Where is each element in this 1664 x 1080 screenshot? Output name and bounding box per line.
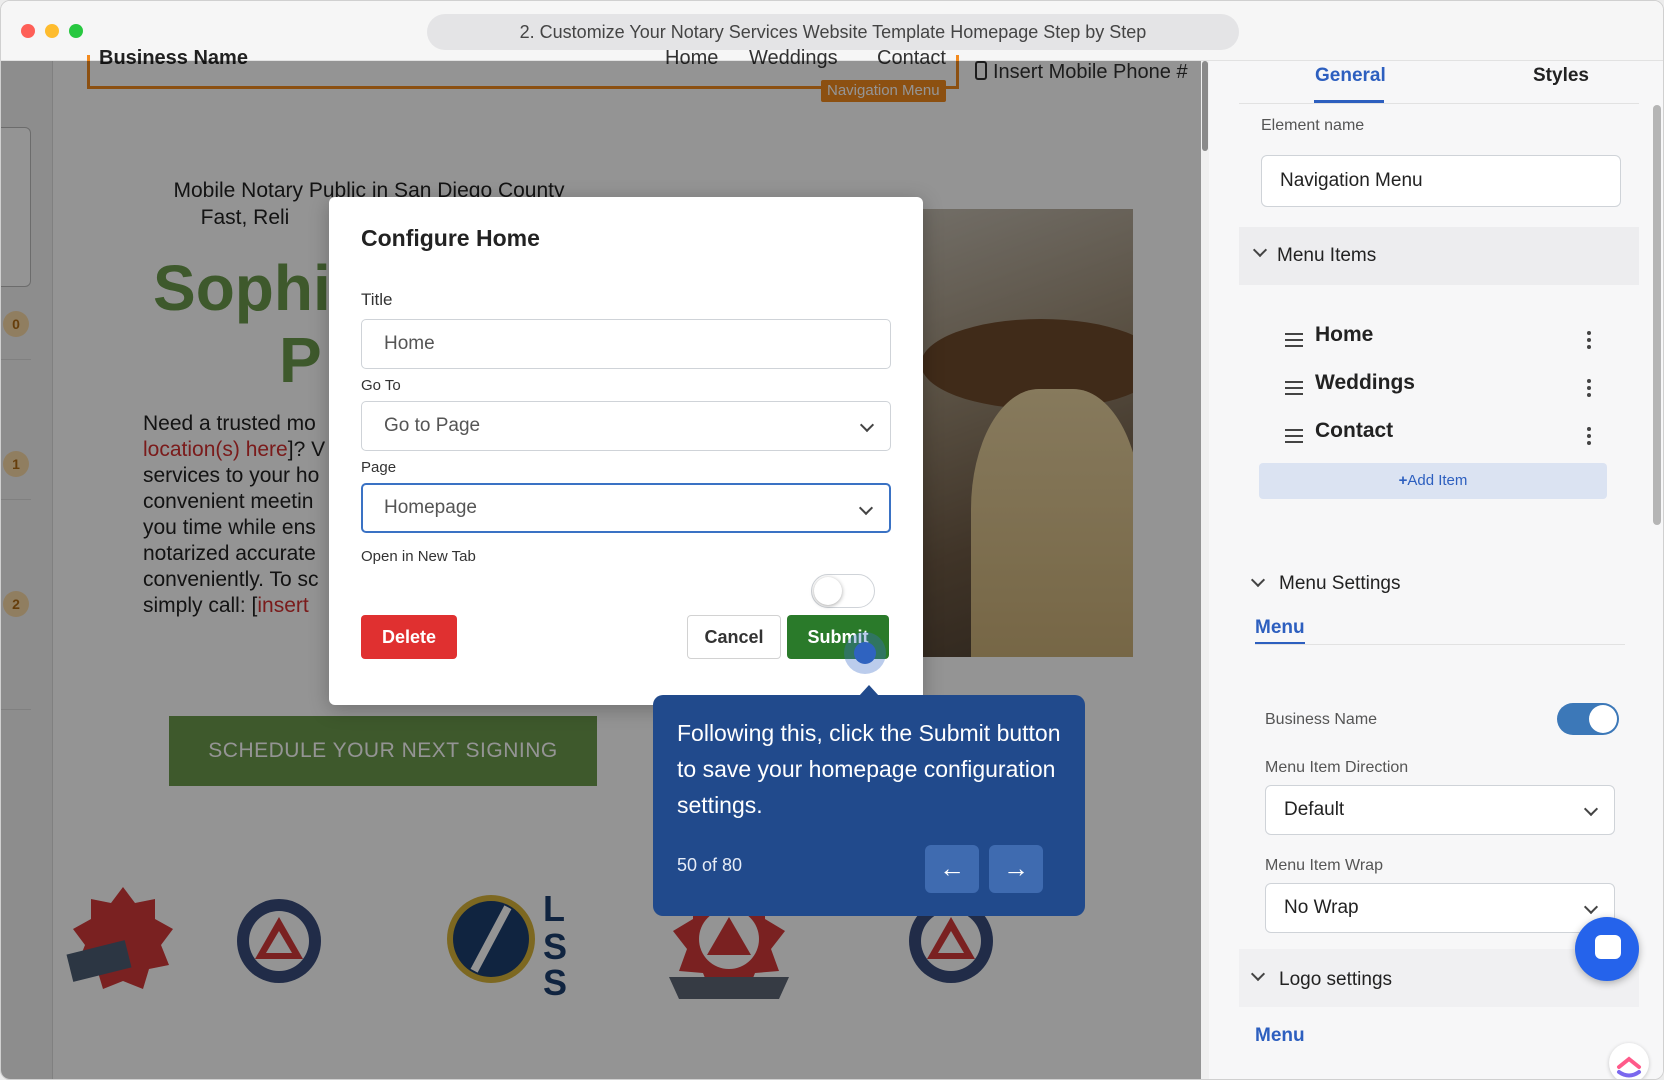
menu-item-contact[interactable]: Contact (1315, 419, 1393, 443)
close-window-button[interactable] (21, 24, 35, 38)
direction-select[interactable]: Default (1265, 785, 1615, 835)
new-tab-toggle[interactable] (811, 574, 875, 608)
clickup-mark (1617, 1056, 1641, 1078)
drag-handle-icon[interactable] (1285, 333, 1303, 335)
chevron-down-icon[interactable] (1250, 572, 1266, 588)
menu-items-label: Menu Items (1277, 245, 1377, 266)
page-select-value: Homepage (384, 497, 477, 518)
wrap-value: No Wrap (1284, 897, 1359, 918)
business-name-label: Business Name (1265, 711, 1378, 728)
arrow-right-icon: → (1003, 853, 1029, 883)
new-tab-label: Open in New Tab (361, 548, 476, 565)
cancel-button[interactable]: Cancel (687, 615, 781, 659)
divider (1239, 103, 1639, 104)
guide-tooltip: Following this, click the Submit button … (653, 695, 1085, 916)
configure-home-dialog: Configure Home Title Home Go To Go to Pa… (329, 197, 923, 705)
menu-item-weddings[interactable]: Weddings (1315, 371, 1415, 395)
direction-value: Default (1284, 799, 1345, 820)
page-select[interactable]: Homepage (361, 483, 891, 533)
tab-styles[interactable]: Styles (1533, 65, 1589, 87)
arrow-left-icon: ← (939, 853, 965, 883)
clickup-logo-icon[interactable] (1609, 1043, 1649, 1079)
more-options-icon[interactable] (1587, 427, 1591, 431)
click-target-dot (854, 642, 876, 664)
logo-settings-label: Logo settings (1279, 969, 1393, 990)
more-options-icon[interactable] (1587, 331, 1591, 335)
menu-item-home[interactable]: Home (1315, 323, 1373, 347)
direction-label: Menu Item Direction (1265, 759, 1409, 776)
goto-select-value: Go to Page (384, 415, 481, 436)
next-step-button[interactable]: → (989, 845, 1043, 893)
dialog-title: Configure Home (361, 225, 540, 251)
drag-handle-icon[interactable] (1285, 381, 1303, 383)
menu-settings-header[interactable]: Menu Settings (1279, 573, 1400, 595)
wrap-select[interactable]: No Wrap (1265, 883, 1615, 933)
previous-step-button[interactable]: ← (925, 845, 979, 893)
chevron-down-icon (1583, 801, 1599, 817)
window-title: 2. Customize Your Notary Services Websit… (427, 14, 1239, 50)
chevron-down-icon (859, 417, 875, 433)
title-input[interactable]: Home (361, 319, 891, 369)
divider (1255, 644, 1625, 645)
step-counter: 50 of 80 (677, 855, 743, 875)
title-label: Title (361, 290, 393, 309)
chat-button[interactable] (1575, 917, 1639, 981)
chevron-down-icon (1583, 899, 1599, 915)
goto-select[interactable]: Go to Page (361, 401, 891, 451)
tooltip-text: Following this, click the Submit button … (677, 720, 1061, 818)
goto-label: Go To (361, 377, 401, 394)
menu-sub-tab[interactable]: Menu (1255, 617, 1305, 639)
chat-icon (1595, 935, 1621, 959)
logo-menu-sub-tab[interactable]: Menu (1255, 1025, 1305, 1047)
canvas-scrollbar-thumb[interactable] (1202, 61, 1208, 151)
element-name-label: Element name (1261, 117, 1365, 134)
panel-scrollbar[interactable] (1653, 105, 1661, 525)
tab-general[interactable]: General (1315, 65, 1386, 87)
wrap-label: Menu Item Wrap (1265, 857, 1383, 874)
add-item-button[interactable]: +Add Item (1259, 463, 1607, 499)
canvas-scrollbar[interactable] (1201, 61, 1209, 1079)
chevron-down-icon (1252, 242, 1268, 258)
business-name-toggle[interactable] (1557, 703, 1619, 735)
editor-content: 0 1 2 Business Name Home Weddings Contac… (1, 47, 1663, 1079)
menu-items-header[interactable]: Menu Items (1239, 227, 1639, 285)
delete-button[interactable]: Delete (361, 615, 457, 659)
element-name-input[interactable]: Navigation Menu (1261, 155, 1621, 207)
maximize-window-button[interactable] (69, 24, 83, 38)
more-options-icon[interactable] (1587, 379, 1591, 383)
app-window: 2. Customize Your Notary Services Websit… (0, 0, 1664, 1080)
add-item-label: Add Item (1407, 472, 1468, 489)
drag-handle-icon[interactable] (1285, 429, 1303, 431)
page-label: Page (361, 459, 397, 476)
chevron-down-icon (1250, 966, 1266, 982)
chevron-down-icon (858, 500, 874, 516)
minimize-window-button[interactable] (45, 24, 59, 38)
